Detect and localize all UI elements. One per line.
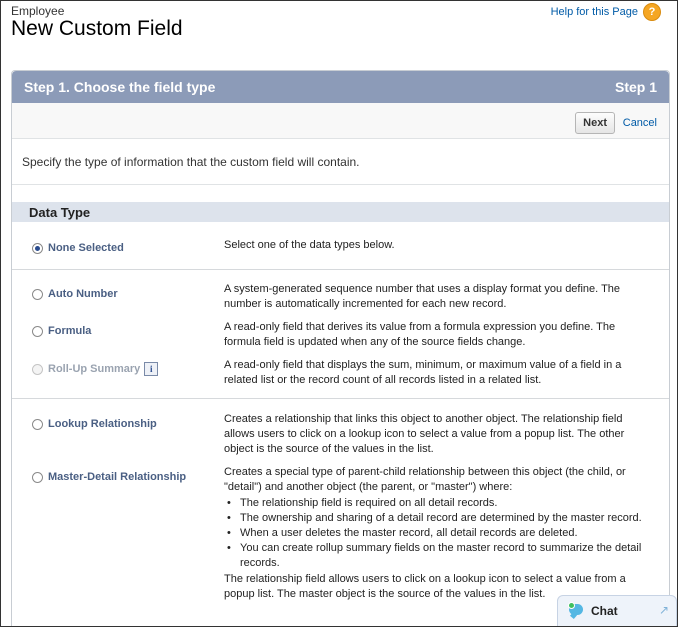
step-header: Step 1. Choose the field type Step 1: [12, 71, 669, 103]
option-formula[interactable]: Formula: [32, 325, 91, 337]
chat-widget[interactable]: Chat ↗: [557, 595, 677, 626]
page-frame: Employee New Custom Field Help for this …: [0, 0, 678, 627]
step-label: Step 1: [614, 79, 657, 95]
expand-arrow-icon[interactable]: ↗: [659, 603, 669, 617]
option-label[interactable]: Lookup Relationship: [48, 418, 157, 430]
button-row: Next Cancel: [12, 103, 669, 139]
option-description: Creates a relationship that links this o…: [224, 413, 625, 455]
radio-none-selected[interactable]: [32, 242, 43, 254]
step-panel: Step 1. Choose the field type Step 1 Nex…: [11, 70, 670, 626]
option-label[interactable]: Formula: [48, 325, 91, 337]
help-link[interactable]: Help for this Page: [551, 6, 638, 18]
status-dot-icon: [568, 602, 575, 609]
description-bullets: The relationship field is required on al…: [224, 496, 654, 571]
chat-label[interactable]: Chat: [591, 604, 618, 618]
option-description: A read-only field that derives its value…: [224, 321, 616, 348]
radio-lookup-relationship[interactable]: [32, 418, 43, 430]
radio-rollup-summary: [32, 363, 43, 375]
bullet-item: You can create rollup summary fields on …: [227, 541, 654, 571]
info-icon[interactable]: i: [144, 362, 159, 376]
bullet-item: When a user deletes the master record, a…: [227, 526, 654, 541]
divider: [12, 269, 669, 270]
next-button[interactable]: Next: [575, 112, 615, 134]
option-label[interactable]: Auto Number: [48, 288, 118, 300]
divider: [12, 398, 669, 399]
page-title: New Custom Field: [11, 17, 183, 40]
step-title: Step 1. Choose the field type: [24, 79, 216, 95]
option-rollup-summary: Roll-Up Summary i: [32, 362, 159, 376]
bullet-item: The ownership and sharing of a detail re…: [227, 511, 654, 526]
radio-auto-number[interactable]: [32, 288, 43, 300]
radio-master-detail-relationship[interactable]: [32, 471, 43, 483]
option-none-selected[interactable]: None Selected: [32, 242, 124, 254]
option-description: A read-only field that displays the sum,…: [224, 359, 622, 386]
description-intro: Creates a special type of parent-child r…: [224, 466, 626, 493]
option-label[interactable]: None Selected: [48, 242, 124, 254]
option-lookup-relationship[interactable]: Lookup Relationship: [32, 418, 157, 430]
option-label: Roll-Up Summary: [48, 363, 141, 375]
instructions-text: Specify the type of information that the…: [12, 139, 669, 185]
option-master-detail-relationship[interactable]: Master-Detail Relationship: [32, 471, 186, 483]
radio-formula[interactable]: [32, 325, 43, 337]
option-auto-number[interactable]: Auto Number: [32, 288, 118, 300]
question-icon[interactable]: ?: [643, 3, 661, 21]
option-label[interactable]: Master-Detail Relationship: [48, 471, 186, 483]
data-type-section-header: Data Type: [12, 202, 669, 222]
bullet-item: The relationship field is required on al…: [227, 496, 654, 511]
section-title: Data Type: [29, 205, 91, 220]
help-area: Help for this Page ?: [551, 3, 661, 21]
option-description: A system-generated sequence number that …: [224, 283, 621, 310]
option-description: Select one of the data types below.: [224, 239, 395, 251]
object-label: Employee: [11, 4, 65, 18]
option-description: Creates a special type of parent-child r…: [224, 465, 654, 602]
cancel-link[interactable]: Cancel: [623, 117, 657, 129]
